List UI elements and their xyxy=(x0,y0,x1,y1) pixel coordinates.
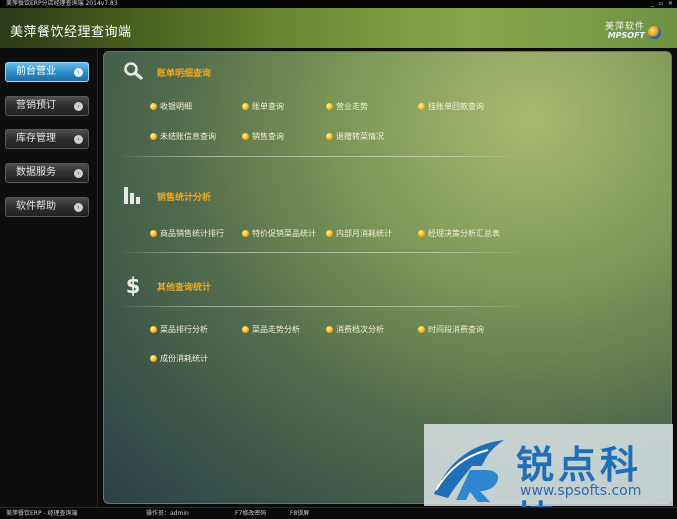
restore-button[interactable]: ▫ xyxy=(659,0,663,8)
statusbar: 美萍餐饮ERP - 经理查询端 操作员：admin F7修改密码 F8锁屏 xyxy=(0,507,677,519)
bullet-icon xyxy=(150,326,157,333)
section-divider xyxy=(122,156,520,157)
section-other-queries: $ 其他查询统计 xyxy=(122,274,642,298)
brand-logo: 美萍软件 MPSOFT xyxy=(603,16,661,44)
link-ingredient-consumption[interactable]: 成份消耗统计 xyxy=(150,354,208,364)
link-special-promo-stats[interactable]: 特价促销菜品统计 xyxy=(242,229,316,239)
bullet-icon xyxy=(418,103,425,110)
close-button[interactable]: ✕ xyxy=(668,0,673,8)
bullet-icon xyxy=(418,230,425,237)
bullet-icon xyxy=(326,133,333,140)
sidebar-item-label: 软件帮助 xyxy=(16,201,56,212)
link-unsettled-query[interactable]: 未结账信息查询 xyxy=(150,132,216,142)
watermark-logo-icon xyxy=(434,440,504,502)
status-lock-screen[interactable]: F8锁屏 xyxy=(290,508,309,519)
sidebar-item-label: 库存管理 xyxy=(16,133,56,144)
section-bill-details: 账单明细查询 xyxy=(122,60,642,84)
chevron-right-icon: › xyxy=(74,68,83,77)
bar-chart-icon xyxy=(124,187,140,204)
bullet-icon xyxy=(242,230,249,237)
bullet-icon xyxy=(150,103,157,110)
window-titlebar: 美萍餐饮ERP分店经理查询端 2014v7.83 _ ▫ ✕ xyxy=(0,0,677,8)
status-app: 美萍餐饮ERP - 经理查询端 xyxy=(6,510,78,517)
app-header: 美萍餐饮经理查询端 美萍软件 MPSOFT xyxy=(0,8,677,48)
watermark-url: www.spsofts.com xyxy=(520,483,642,499)
link-time-period-query[interactable]: 时间段消费查询 xyxy=(418,325,484,335)
link-business-trend[interactable]: 营业走势 xyxy=(326,102,368,112)
sidebar-item-label: 前台营业 xyxy=(16,66,56,77)
link-manager-decision-summary[interactable]: 经理决策分析汇总表 xyxy=(418,229,500,239)
watermark: 锐点科技 www.spsofts.com xyxy=(424,424,673,519)
dollar-icon: $ xyxy=(126,274,141,296)
sidebar-item-marketing[interactable]: 营销预订 › xyxy=(5,96,89,116)
bullet-icon xyxy=(242,326,249,333)
link-cash-details[interactable]: 收银明细 xyxy=(150,102,192,112)
chevron-right-icon: › xyxy=(74,169,83,178)
status-change-password[interactable]: F7修改密码 xyxy=(235,508,266,519)
status-operator: 操作员：admin xyxy=(146,510,189,517)
chevron-right-icon: › xyxy=(74,203,83,212)
globe-icon xyxy=(648,26,661,39)
sidebar-item-inventory[interactable]: 库存管理 › xyxy=(5,129,89,149)
chevron-right-icon: › xyxy=(74,135,83,144)
bullet-icon xyxy=(150,133,157,140)
link-dish-ranking[interactable]: 菜品排行分析 xyxy=(150,325,208,335)
link-dish-trend[interactable]: 菜品走势分析 xyxy=(242,325,300,335)
section-sales-analysis: 销售统计分析 xyxy=(122,184,642,208)
window-controls: _ ▫ ✕ xyxy=(651,0,673,8)
section-title: 账单明细查询 xyxy=(157,69,212,79)
bullet-icon xyxy=(150,230,157,237)
sidebar-item-front-desk[interactable]: 前台营业 › xyxy=(5,62,89,82)
section-title: 销售统计分析 xyxy=(157,193,212,203)
section-divider xyxy=(122,252,520,253)
link-return-gift-transfer[interactable]: 退赠转菜情况 xyxy=(326,132,384,142)
link-monthly-consumption[interactable]: 内部月消耗统计 xyxy=(326,229,392,239)
app-title: 美萍餐饮经理查询端 xyxy=(10,25,132,40)
sidebar-item-label: 营销预订 xyxy=(16,100,56,111)
bullet-icon xyxy=(242,133,249,140)
window-title: 美萍餐饮ERP分店经理查询端 2014v7.83 xyxy=(6,0,118,7)
svg-text:$: $ xyxy=(126,274,141,296)
bullet-icon xyxy=(326,326,333,333)
link-consumption-level[interactable]: 消费档次分析 xyxy=(326,325,384,335)
bullet-icon xyxy=(326,103,333,110)
sidebar-item-help[interactable]: 软件帮助 › xyxy=(5,197,89,217)
section-divider xyxy=(122,306,520,307)
bullet-icon xyxy=(418,326,425,333)
bullet-icon xyxy=(326,230,333,237)
link-sales-ranking[interactable]: 商品销售统计排行 xyxy=(150,229,224,239)
link-credit-payment-query[interactable]: 挂账单回款查询 xyxy=(418,102,484,112)
sidebar-item-label: 数据服务 xyxy=(16,167,56,178)
bullet-icon xyxy=(242,103,249,110)
sidebar: 前台营业 › 营销预订 › 库存管理 › 数据服务 › 软件帮助 › xyxy=(0,48,98,507)
sidebar-item-data-service[interactable]: 数据服务 › xyxy=(5,163,89,183)
section-title: 其他查询统计 xyxy=(157,283,212,293)
search-icon xyxy=(124,62,143,80)
minimize-button[interactable]: _ xyxy=(651,0,654,8)
chevron-right-icon: › xyxy=(74,102,83,111)
bullet-icon xyxy=(150,355,157,362)
brand-name-en: MPSOFT xyxy=(607,31,645,40)
link-bill-query[interactable]: 账单查询 xyxy=(242,102,284,112)
link-sales-query[interactable]: 销售查询 xyxy=(242,132,284,142)
